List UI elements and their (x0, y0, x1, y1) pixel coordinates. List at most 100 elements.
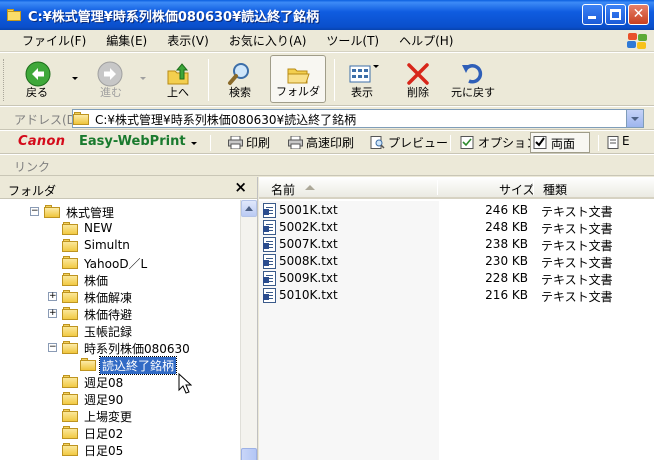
close-button[interactable]: ✕ (628, 4, 649, 25)
menu-edit[interactable]: 編集(E) (94, 30, 155, 51)
search-button[interactable]: 検索 (218, 55, 262, 103)
standard-toolbar: 戻る 進む 上へ 検索 フォルダ 表示 削除 元に戻す (0, 52, 654, 106)
address-input[interactable]: C:¥株式管理¥時系列株価080630¥読込終了銘柄 (72, 109, 644, 128)
folder-pane-title: フォルダ (8, 184, 57, 198)
column-type-header[interactable]: 種類 (543, 181, 567, 198)
up-button[interactable]: 上へ (158, 55, 198, 103)
column-size-header[interactable]: サイズ (499, 181, 535, 198)
maximize-button[interactable] (605, 4, 626, 25)
address-label: アドレス(D) (14, 113, 81, 127)
more-button[interactable]: E (604, 134, 630, 152)
file-row[interactable]: 5009K.txt 228 KB テキスト文書 (259, 270, 654, 287)
toolbar-grip[interactable] (3, 59, 6, 101)
delete-label: 削除 (407, 86, 429, 99)
collapse-icon[interactable]: − (48, 343, 57, 352)
back-label: 戻る (26, 86, 48, 99)
scroll-up-button[interactable] (241, 200, 257, 217)
menu-view[interactable]: 表示(V) (155, 30, 217, 51)
tree-item-label: 株価解凍 (84, 291, 133, 305)
easy-webprint-dropdown-icon[interactable] (191, 142, 197, 145)
menu-help[interactable]: ヘルプ(H) (387, 30, 461, 51)
window-title: C:¥株式管理¥時系列株価080630¥読込終了銘柄 (28, 9, 320, 25)
text-file-icon (263, 203, 276, 218)
folders-button[interactable]: フォルダ (270, 55, 326, 103)
forward-dropdown-icon[interactable] (140, 77, 146, 80)
text-file-icon (263, 220, 276, 235)
close-pane-button[interactable]: × (234, 178, 247, 196)
file-name: 5008K.txt (279, 254, 338, 268)
mouse-pointer-icon (178, 373, 192, 394)
easy-webprint-menu[interactable]: Easy-WebPrint (79, 134, 186, 149)
canon-toolbar: Canon Easy-WebPrint 印刷 高速印刷 プレビュー オプション … (0, 130, 654, 154)
file-row[interactable]: 5008K.txt 230 KB テキスト文書 (259, 253, 654, 270)
options-button[interactable]: オプション (458, 134, 538, 152)
folder-icon (62, 222, 78, 235)
folder-pane: フォルダ × − 株式管理 NEW Simultn YahooD／L 株価 + … (0, 177, 258, 460)
folder-icon (62, 290, 78, 303)
address-dropdown-button[interactable] (626, 110, 643, 127)
folder-open-icon (44, 205, 60, 218)
menu-bar: ファイル(F) 編集(E) 表示(V) お気に入り(A) ツール(T) ヘルプ(… (0, 30, 654, 52)
close-icon: ✕ (632, 6, 645, 22)
file-type: テキスト文書 (541, 290, 613, 304)
menu-tools[interactable]: ツール(T) (314, 30, 387, 51)
menu-file[interactable]: ファイル(F) (10, 30, 94, 51)
forward-button[interactable]: 進む (88, 55, 146, 103)
file-name: 5002K.txt (279, 220, 338, 234)
hq-print-button[interactable]: 高速印刷 (286, 134, 354, 152)
minimize-button[interactable] (582, 4, 603, 25)
folder-tree-scrollbar[interactable] (240, 200, 257, 460)
tree-item-label: 玉帳記録 (84, 325, 133, 339)
file-name: 5001K.txt (279, 203, 338, 217)
file-row[interactable]: 5007K.txt 238 KB テキスト文書 (259, 236, 654, 253)
file-size: 248 KB (485, 220, 528, 234)
back-button[interactable]: 戻る (14, 55, 78, 103)
address-value: C:¥株式管理¥時系列株価080630¥読込終了銘柄 (95, 113, 357, 127)
folder-icon (6, 8, 22, 22)
tree-item-label: Simultn (84, 238, 130, 252)
options-checklist-icon (460, 136, 474, 149)
delete-button[interactable]: 削除 (396, 55, 440, 103)
document-icon (607, 136, 619, 149)
tree-item-label: 日足02 (84, 427, 124, 441)
links-label[interactable]: リンク (14, 158, 50, 175)
scroll-thumb[interactable] (241, 448, 257, 460)
expand-icon[interactable]: + (48, 292, 57, 301)
column-name-header[interactable]: 名前 (271, 181, 295, 198)
views-dropdown-icon[interactable] (373, 65, 379, 68)
more-label: E (622, 134, 630, 148)
duplex-toggle[interactable]: 両面 (530, 132, 590, 153)
file-row[interactable]: 5001K.txt 246 KB テキスト文書 (259, 202, 654, 219)
windows-logo-icon (626, 32, 648, 50)
print-button[interactable]: 印刷 (226, 134, 270, 152)
file-row[interactable]: 5010K.txt 216 KB テキスト文書 (259, 287, 654, 304)
undo-button[interactable]: 元に戻す (446, 55, 500, 103)
title-bar[interactable]: C:¥株式管理¥時系列株価080630¥読込終了銘柄 ✕ (0, 0, 654, 30)
back-dropdown-icon[interactable] (72, 77, 78, 80)
file-list-pane: 名前 サイズ 種類 5001K.txt 246 KB テキスト文書 5002K.… (259, 177, 654, 460)
expand-icon[interactable]: + (48, 309, 57, 318)
maximize-icon (610, 9, 621, 20)
tree-item-label: 時系列株価080630 (84, 342, 190, 356)
folder-icon (62, 239, 78, 252)
folder-open-icon (80, 358, 96, 371)
file-type: テキスト文書 (541, 256, 613, 270)
preview-button[interactable]: プレビュー (368, 134, 448, 152)
folder-open-icon (62, 341, 78, 354)
folder-icon (73, 112, 89, 125)
folder-icon (62, 307, 78, 320)
views-button[interactable]: 表示 (340, 55, 384, 103)
menu-favorites[interactable]: お気に入り(A) (217, 30, 315, 51)
folder-icon (62, 443, 78, 456)
tree-item-label: NEW (84, 221, 113, 235)
tree-item-label: 読込終了銘柄 (98, 356, 178, 375)
file-row[interactable]: 5002K.txt 248 KB テキスト文書 (259, 219, 654, 236)
file-name: 5009K.txt (279, 271, 338, 285)
collapse-icon[interactable]: − (30, 207, 39, 216)
tree-item-label: 株式管理 (66, 206, 115, 220)
column-divider[interactable] (533, 180, 534, 195)
column-divider[interactable] (437, 180, 438, 195)
text-file-icon (263, 271, 276, 286)
file-size: 216 KB (485, 288, 528, 302)
duplex-label: 両面 (551, 137, 576, 151)
